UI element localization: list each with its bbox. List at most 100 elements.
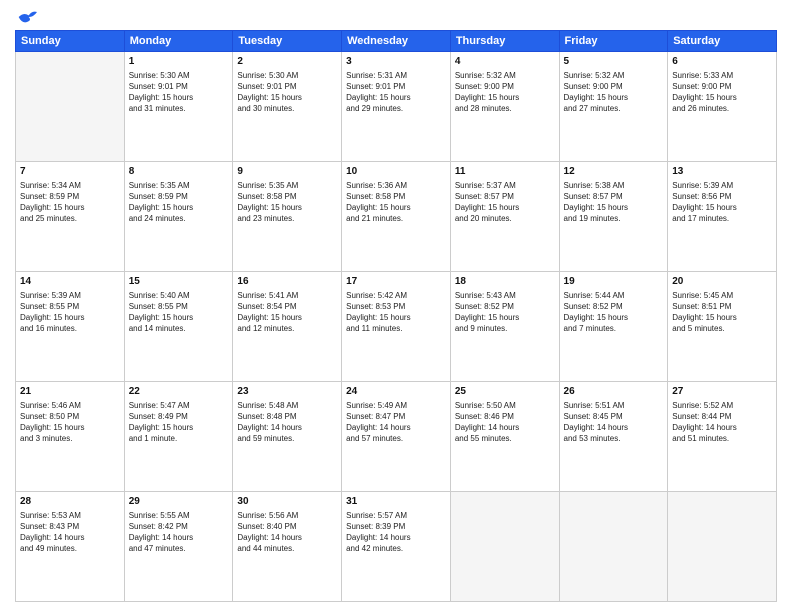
calendar-cell: 24Sunrise: 5:49 AM Sunset: 8:47 PM Dayli… [342,382,451,492]
day-number: 18 [455,275,555,289]
calendar-cell: 25Sunrise: 5:50 AM Sunset: 8:46 PM Dayli… [450,382,559,492]
day-number: 10 [346,165,446,179]
day-info: Sunrise: 5:55 AM Sunset: 8:42 PM Dayligh… [129,510,229,555]
calendar-cell [450,492,559,602]
calendar-cell: 1Sunrise: 5:30 AM Sunset: 9:01 PM Daylig… [124,52,233,162]
header-day-thursday: Thursday [450,31,559,52]
calendar-cell: 20Sunrise: 5:45 AM Sunset: 8:51 PM Dayli… [668,272,777,382]
calendar-cell: 4Sunrise: 5:32 AM Sunset: 9:00 PM Daylig… [450,52,559,162]
calendar-cell: 11Sunrise: 5:37 AM Sunset: 8:57 PM Dayli… [450,162,559,272]
day-number: 13 [672,165,772,179]
day-number: 2 [237,55,337,69]
day-info: Sunrise: 5:57 AM Sunset: 8:39 PM Dayligh… [346,510,446,555]
calendar-cell: 31Sunrise: 5:57 AM Sunset: 8:39 PM Dayli… [342,492,451,602]
day-info: Sunrise: 5:31 AM Sunset: 9:01 PM Dayligh… [346,70,446,115]
day-number: 11 [455,165,555,179]
calendar-cell: 21Sunrise: 5:46 AM Sunset: 8:50 PM Dayli… [16,382,125,492]
calendar-cell: 28Sunrise: 5:53 AM Sunset: 8:43 PM Dayli… [16,492,125,602]
calendar-cell: 8Sunrise: 5:35 AM Sunset: 8:59 PM Daylig… [124,162,233,272]
day-info: Sunrise: 5:45 AM Sunset: 8:51 PM Dayligh… [672,290,772,335]
day-info: Sunrise: 5:41 AM Sunset: 8:54 PM Dayligh… [237,290,337,335]
day-number: 8 [129,165,229,179]
day-info: Sunrise: 5:48 AM Sunset: 8:48 PM Dayligh… [237,400,337,445]
calendar-cell: 19Sunrise: 5:44 AM Sunset: 8:52 PM Dayli… [559,272,668,382]
calendar-cell: 7Sunrise: 5:34 AM Sunset: 8:59 PM Daylig… [16,162,125,272]
day-number: 16 [237,275,337,289]
calendar-cell: 30Sunrise: 5:56 AM Sunset: 8:40 PM Dayli… [233,492,342,602]
day-info: Sunrise: 5:49 AM Sunset: 8:47 PM Dayligh… [346,400,446,445]
day-number: 12 [564,165,664,179]
day-info: Sunrise: 5:50 AM Sunset: 8:46 PM Dayligh… [455,400,555,445]
page: SundayMondayTuesdayWednesdayThursdayFrid… [0,0,792,612]
calendar-cell: 26Sunrise: 5:51 AM Sunset: 8:45 PM Dayli… [559,382,668,492]
header-day-monday: Monday [124,31,233,52]
calendar-cell: 22Sunrise: 5:47 AM Sunset: 8:49 PM Dayli… [124,382,233,492]
day-info: Sunrise: 5:33 AM Sunset: 9:00 PM Dayligh… [672,70,772,115]
day-number: 3 [346,55,446,69]
day-number: 1 [129,55,229,69]
calendar-cell: 5Sunrise: 5:32 AM Sunset: 9:00 PM Daylig… [559,52,668,162]
calendar-cell: 17Sunrise: 5:42 AM Sunset: 8:53 PM Dayli… [342,272,451,382]
day-number: 14 [20,275,120,289]
day-number: 26 [564,385,664,399]
day-number: 5 [564,55,664,69]
calendar-cell [16,52,125,162]
header-day-wednesday: Wednesday [342,31,451,52]
day-info: Sunrise: 5:43 AM Sunset: 8:52 PM Dayligh… [455,290,555,335]
calendar-cell: 15Sunrise: 5:40 AM Sunset: 8:55 PM Dayli… [124,272,233,382]
header-day-sunday: Sunday [16,31,125,52]
calendar-cell: 16Sunrise: 5:41 AM Sunset: 8:54 PM Dayli… [233,272,342,382]
calendar-cell: 2Sunrise: 5:30 AM Sunset: 9:01 PM Daylig… [233,52,342,162]
calendar-cell: 23Sunrise: 5:48 AM Sunset: 8:48 PM Dayli… [233,382,342,492]
day-number: 4 [455,55,555,69]
header-day-friday: Friday [559,31,668,52]
header [15,10,777,24]
calendar-cell: 14Sunrise: 5:39 AM Sunset: 8:55 PM Dayli… [16,272,125,382]
day-info: Sunrise: 5:44 AM Sunset: 8:52 PM Dayligh… [564,290,664,335]
day-number: 19 [564,275,664,289]
day-number: 6 [672,55,772,69]
calendar-week-row: 7Sunrise: 5:34 AM Sunset: 8:59 PM Daylig… [16,162,777,272]
day-info: Sunrise: 5:35 AM Sunset: 8:58 PM Dayligh… [237,180,337,225]
calendar-cell: 6Sunrise: 5:33 AM Sunset: 9:00 PM Daylig… [668,52,777,162]
day-info: Sunrise: 5:38 AM Sunset: 8:57 PM Dayligh… [564,180,664,225]
calendar-cell: 3Sunrise: 5:31 AM Sunset: 9:01 PM Daylig… [342,52,451,162]
day-info: Sunrise: 5:40 AM Sunset: 8:55 PM Dayligh… [129,290,229,335]
calendar-week-row: 1Sunrise: 5:30 AM Sunset: 9:01 PM Daylig… [16,52,777,162]
header-day-tuesday: Tuesday [233,31,342,52]
day-number: 28 [20,495,120,509]
day-info: Sunrise: 5:56 AM Sunset: 8:40 PM Dayligh… [237,510,337,555]
day-number: 7 [20,165,120,179]
day-info: Sunrise: 5:35 AM Sunset: 8:59 PM Dayligh… [129,180,229,225]
day-number: 24 [346,385,446,399]
day-number: 22 [129,385,229,399]
day-number: 31 [346,495,446,509]
calendar-header-row: SundayMondayTuesdayWednesdayThursdayFrid… [16,31,777,52]
day-number: 27 [672,385,772,399]
day-info: Sunrise: 5:37 AM Sunset: 8:57 PM Dayligh… [455,180,555,225]
day-number: 25 [455,385,555,399]
day-info: Sunrise: 5:47 AM Sunset: 8:49 PM Dayligh… [129,400,229,445]
calendar-week-row: 21Sunrise: 5:46 AM Sunset: 8:50 PM Dayli… [16,382,777,492]
calendar-cell: 27Sunrise: 5:52 AM Sunset: 8:44 PM Dayli… [668,382,777,492]
calendar-cell [668,492,777,602]
day-number: 20 [672,275,772,289]
calendar-cell [559,492,668,602]
calendar-cell: 29Sunrise: 5:55 AM Sunset: 8:42 PM Dayli… [124,492,233,602]
day-info: Sunrise: 5:53 AM Sunset: 8:43 PM Dayligh… [20,510,120,555]
calendar-week-row: 14Sunrise: 5:39 AM Sunset: 8:55 PM Dayli… [16,272,777,382]
day-number: 21 [20,385,120,399]
day-number: 15 [129,275,229,289]
calendar-cell: 10Sunrise: 5:36 AM Sunset: 8:58 PM Dayli… [342,162,451,272]
calendar-table: SundayMondayTuesdayWednesdayThursdayFrid… [15,30,777,602]
day-info: Sunrise: 5:46 AM Sunset: 8:50 PM Dayligh… [20,400,120,445]
calendar-cell: 13Sunrise: 5:39 AM Sunset: 8:56 PM Dayli… [668,162,777,272]
calendar-week-row: 28Sunrise: 5:53 AM Sunset: 8:43 PM Dayli… [16,492,777,602]
day-number: 29 [129,495,229,509]
day-number: 30 [237,495,337,509]
day-number: 17 [346,275,446,289]
day-number: 9 [237,165,337,179]
day-number: 23 [237,385,337,399]
day-info: Sunrise: 5:42 AM Sunset: 8:53 PM Dayligh… [346,290,446,335]
day-info: Sunrise: 5:34 AM Sunset: 8:59 PM Dayligh… [20,180,120,225]
